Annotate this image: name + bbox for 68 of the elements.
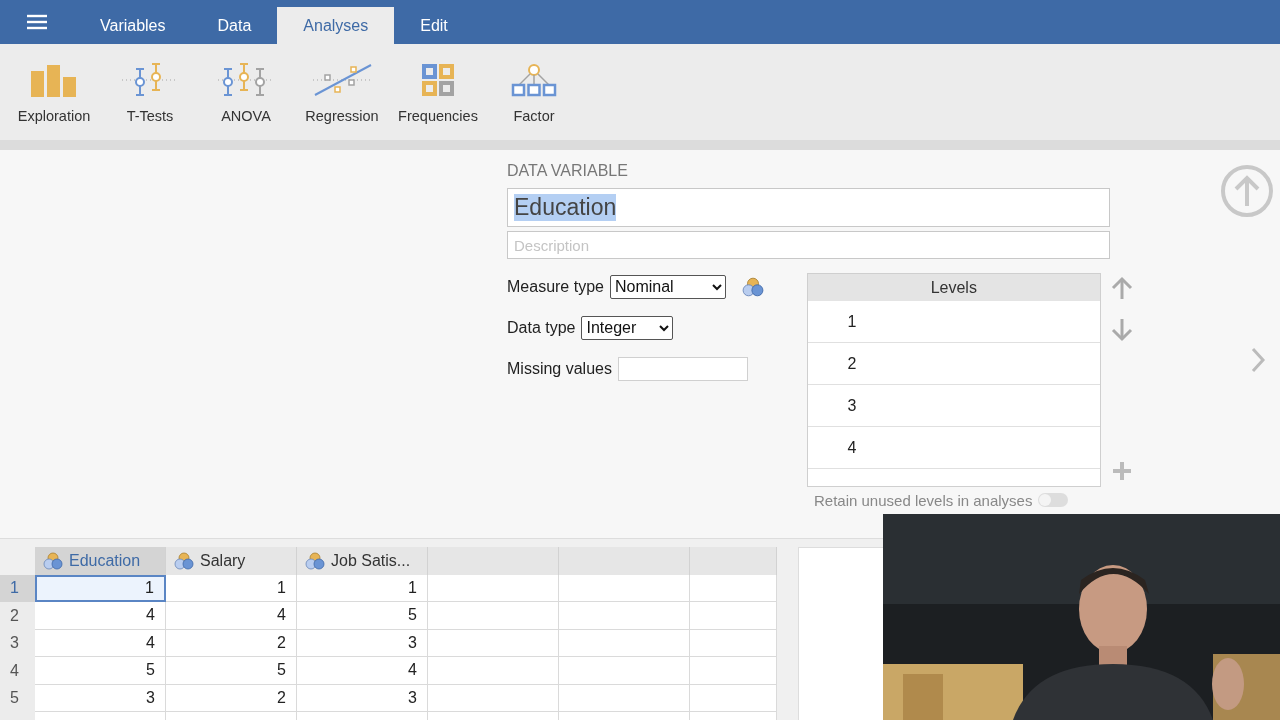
column-name: Job Satis...	[331, 551, 411, 570]
table-cell: 3	[297, 684, 428, 712]
row-number[interactable]: 4	[0, 657, 35, 685]
nominal-icon	[305, 550, 325, 571]
up-arrow-icon[interactable]	[1111, 276, 1133, 300]
table-cell: 3	[35, 684, 166, 712]
description-field[interactable]: Description	[507, 231, 1110, 259]
table-cell: 1	[297, 574, 428, 602]
hierarchy-icon	[511, 63, 557, 97]
column-name: Salary	[200, 551, 246, 570]
table-cell: 5	[35, 657, 166, 685]
row-number[interactable]: 2	[0, 602, 35, 630]
menu-tab[interactable]: Analyses	[277, 7, 395, 44]
column-header[interactable]: Salary	[166, 547, 297, 575]
level-item[interactable]: 2	[807, 343, 1101, 385]
variable-name-field[interactable]: Education	[507, 188, 1110, 227]
column-name: Education	[69, 551, 141, 570]
table-cell: 1	[35, 574, 166, 602]
table-cell: 4	[35, 629, 166, 657]
column-header[interactable]	[559, 547, 690, 575]
table-cell: 4	[166, 602, 297, 630]
nominal-icon	[741, 275, 764, 298]
data-type-label: Data type	[507, 318, 576, 337]
menu-tab[interactable]: Variables	[74, 7, 192, 44]
grid-squares-icon	[421, 63, 455, 97]
upload-circle-icon[interactable]	[1220, 164, 1274, 218]
retain-levels-label: Retain unused levels in analyses	[814, 491, 1033, 509]
nominal-icon	[174, 550, 194, 571]
table-cell: 4	[297, 657, 428, 685]
data-type-dropdown[interactable]: Integer	[581, 315, 674, 340]
ribbon-button[interactable]: ANOVA	[198, 44, 294, 140]
column-header[interactable]: Education	[35, 547, 166, 575]
table-cell: 3	[297, 629, 428, 657]
table-cell: 1	[166, 574, 297, 602]
ribbon-button[interactable]: Exploration	[6, 44, 102, 140]
table-cell: 4	[35, 602, 166, 630]
nominal-icon	[43, 550, 63, 571]
section-heading: DATA VARIABLE	[507, 162, 629, 181]
level-item[interactable]: 1	[807, 301, 1101, 343]
table-cell: 2	[166, 684, 297, 712]
level-item[interactable]: 3	[807, 385, 1101, 427]
ribbon-button[interactable]: Factor	[486, 44, 582, 140]
menu-tab[interactable]: Edit	[394, 7, 474, 44]
retain-levels-toggle[interactable]	[1038, 493, 1069, 507]
table-cell: 5	[166, 657, 297, 685]
ribbon-button[interactable]: Regression	[294, 44, 390, 140]
missing-values-label: Missing values	[507, 359, 612, 378]
plus-icon[interactable]	[1112, 461, 1132, 481]
row-number[interactable]: 1	[0, 574, 35, 602]
table-cell: 5	[297, 602, 428, 630]
levels-header: Levels	[807, 274, 1101, 301]
measure-type-label: Measure type	[507, 277, 604, 296]
bar-chart-icon	[29, 63, 79, 97]
ribbon-button[interactable]: Frequencies	[390, 44, 486, 140]
missing-values-field[interactable]	[617, 356, 748, 381]
ribbon-button[interactable]: T-Tests	[102, 44, 198, 140]
scatter-line-icon	[311, 63, 373, 97]
down-arrow-icon[interactable]	[1111, 318, 1133, 342]
menu-tab[interactable]: Data	[191, 7, 278, 44]
row-number[interactable]: 3	[0, 629, 35, 657]
row-number[interactable]: 5	[0, 684, 35, 712]
column-header[interactable]	[690, 547, 777, 575]
measure-type-dropdown[interactable]: Nominal	[609, 274, 726, 299]
table-cell: 2	[166, 629, 297, 657]
chevron-right-icon[interactable]	[1250, 346, 1266, 374]
column-header[interactable]: Job Satis...	[297, 547, 428, 575]
level-item[interactable]: 4	[807, 427, 1101, 469]
column-header[interactable]	[428, 547, 559, 575]
